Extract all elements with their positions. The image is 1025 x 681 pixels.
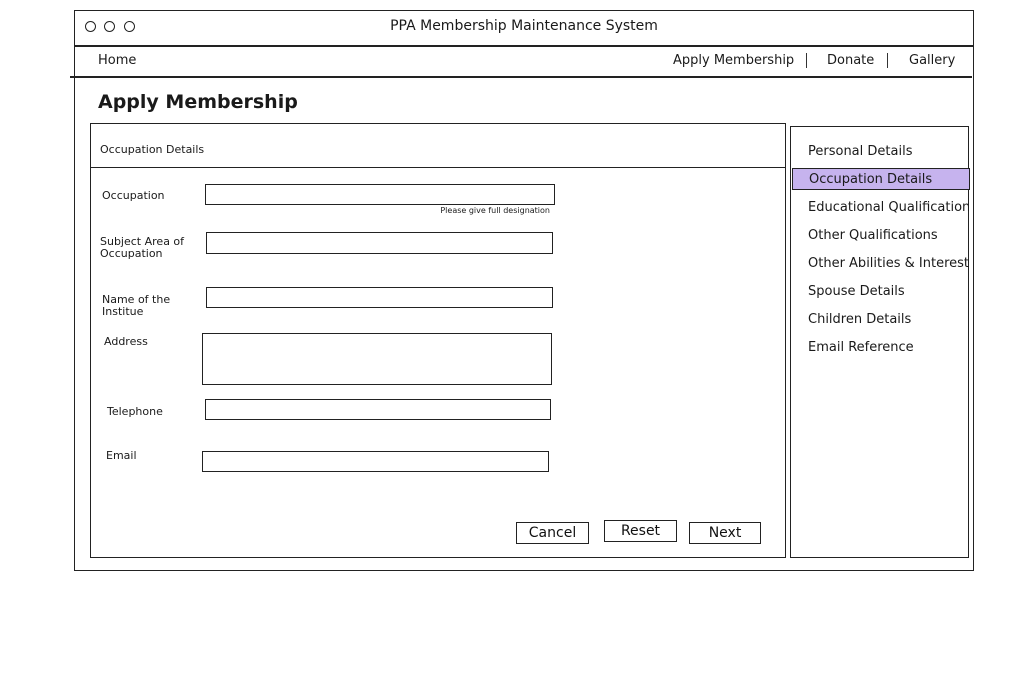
subject-area-label: Subject Area of Occupation (100, 235, 185, 260)
cancel-button[interactable]: Cancel (516, 522, 589, 544)
nav-apply-membership-link[interactable]: Apply Membership (673, 53, 794, 68)
institute-label: Name of the Institue (102, 293, 171, 318)
section-title: Occupation Details (100, 143, 205, 156)
address-label: Address (104, 335, 148, 348)
address-textarea[interactable] (202, 333, 552, 385)
nav-home-link[interactable]: Home (98, 53, 136, 68)
sidebar-item-spouse-details[interactable]: Spouse Details (808, 281, 969, 303)
page-title: Apply Membership (98, 91, 298, 113)
titlebar-divider (74, 45, 974, 47)
reset-button[interactable]: Reset (604, 520, 677, 542)
sidebar-item-educational-qualifications[interactable]: Educational Qualifications (808, 197, 969, 219)
telephone-input[interactable] (205, 399, 551, 420)
sidebar-item-other-qualifications[interactable]: Other Qualifications (808, 225, 969, 247)
nav-separator (887, 53, 888, 68)
nav-separator (806, 53, 807, 68)
sidebar-item-email-reference[interactable]: Email Reference (808, 337, 969, 359)
institute-input[interactable] (206, 287, 553, 308)
window-title: PPA Membership Maintenance System (390, 18, 658, 34)
occupation-label: Occupation (102, 189, 165, 202)
sidebar-item-other-abilities[interactable]: Other Abilities & Interests (808, 253, 969, 275)
email-input[interactable] (202, 451, 549, 472)
sidebar-item-children-details[interactable]: Children Details (808, 309, 969, 331)
nav-gallery-link[interactable]: Gallery (909, 53, 955, 68)
sidebar-item-personal-details[interactable]: Personal Details (808, 141, 969, 163)
nav-donate-link[interactable]: Donate (827, 53, 874, 68)
sidebar-item-occupation-details[interactable]: Occupation Details (792, 168, 970, 190)
next-button[interactable]: Next (689, 522, 761, 544)
telephone-label: Telephone (107, 405, 163, 418)
occupation-input[interactable] (205, 184, 555, 205)
navbar-divider (70, 76, 972, 78)
subject-area-input[interactable] (206, 232, 553, 254)
occupation-hint: Please give full designation (440, 206, 550, 215)
email-label: Email (106, 449, 137, 462)
